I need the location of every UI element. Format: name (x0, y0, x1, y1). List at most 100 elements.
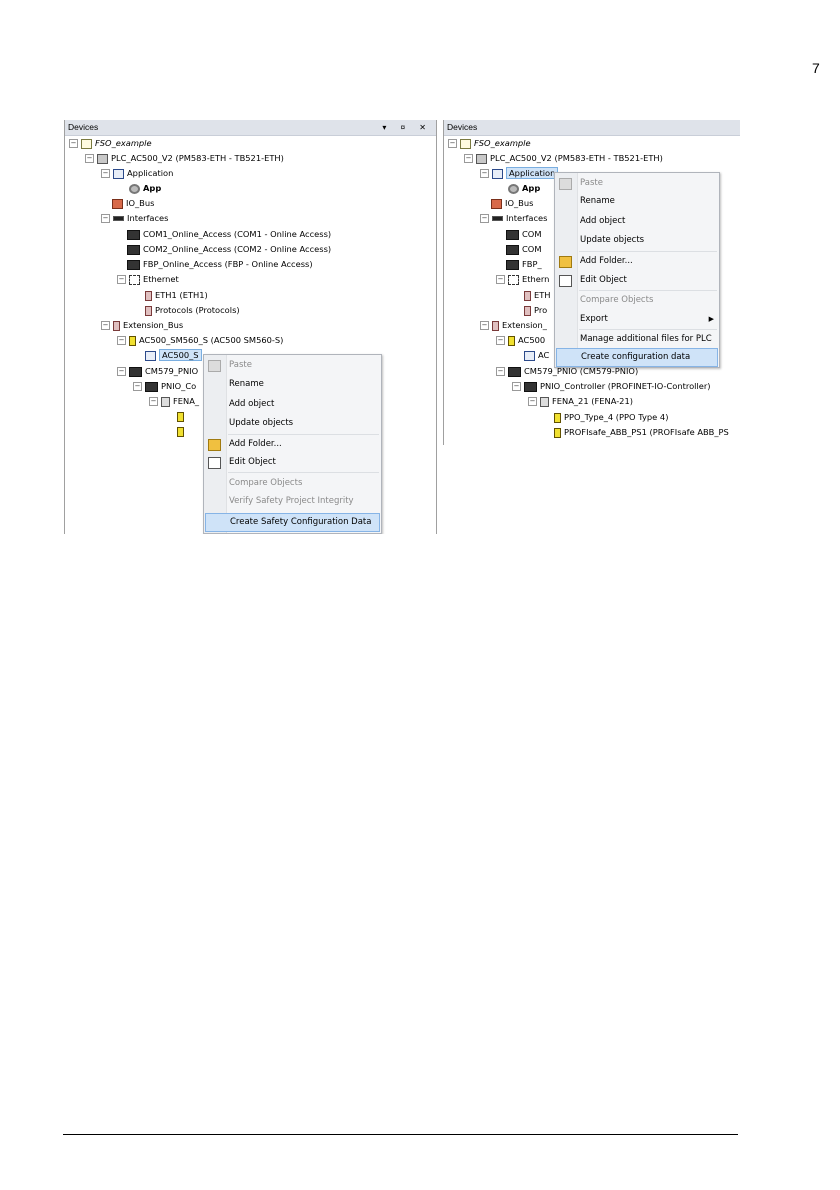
collapse-icon[interactable]: − (85, 154, 94, 163)
tree-node-project[interactable]: − FSO_example (69, 136, 152, 150)
collapse-icon[interactable]: − (149, 397, 158, 406)
collapse-icon[interactable]: − (512, 382, 521, 391)
communication-module-icon (129, 366, 142, 377)
tree-node-interfaces[interactable]: − Interfaces (480, 211, 547, 225)
tree-node-io-bus[interactable]: IO_Bus (491, 196, 533, 210)
ethernet-icon (508, 274, 519, 285)
tree-node-extension-bus[interactable]: − Extension_ (480, 318, 547, 332)
tree-node-ppo[interactable]: PPO_Type_4 (PPO Type 4) (554, 410, 668, 424)
tree-node-com2[interactable]: COM2_Online_Access (COM2 - Online Access… (127, 242, 331, 256)
collapse-icon[interactable]: − (480, 169, 489, 178)
menu-item-edit-object[interactable]: Edit Object (555, 272, 719, 289)
tree-node-ac500-s[interactable]: AC500_S (145, 348, 202, 362)
tree-node-ac[interactable]: AC (524, 348, 549, 362)
menu-item-compare-objects[interactable]: Compare Objects (555, 292, 719, 309)
tree-node-ethernet[interactable]: − Ethernet (117, 272, 179, 286)
tree-node-app[interactable]: App (129, 181, 161, 195)
application-icon (113, 168, 124, 179)
collapse-icon[interactable]: − (117, 367, 126, 376)
menu-item-rename[interactable]: Rename (204, 376, 381, 393)
tree-node-plc[interactable]: − PLC_AC500_V2 (PM583-ETH - TB521-ETH) (85, 151, 284, 165)
safety-module-icon (129, 335, 136, 346)
panel-window-controls-icon[interactable]: ▾ ¤ ✕ (382, 120, 432, 135)
tree-node-ppo-partial[interactable] (177, 409, 187, 423)
collapse-icon[interactable]: − (448, 139, 457, 148)
com-port-icon (506, 229, 519, 240)
communication-module-icon (508, 366, 521, 377)
tree-node-app[interactable]: App (508, 181, 540, 195)
edit-object-icon (208, 457, 221, 469)
collapse-icon[interactable]: − (480, 214, 489, 223)
menu-item-add-object[interactable]: Add object (204, 396, 381, 413)
collapse-icon[interactable]: − (101, 214, 110, 223)
tree-node-com2[interactable]: COM (506, 242, 541, 256)
context-menu-right: Paste Rename Add object Update objects A… (554, 172, 720, 368)
tree-node-ac500[interactable]: − AC500 (496, 333, 545, 347)
tree-node-profisafe[interactable]: PROFIsafe_ABB_PS1 (PROFIsafe ABB_PS (554, 425, 729, 439)
menu-item-verify-safety[interactable]: Verify Safety Project Integrity (204, 493, 381, 510)
menu-item-update-objects[interactable]: Update objects (555, 232, 719, 249)
menu-item-rename[interactable]: Rename (555, 193, 719, 210)
tree-node-application[interactable]: − Application (480, 166, 559, 180)
collapse-icon[interactable]: − (480, 321, 489, 330)
menu-item-add-folder[interactable]: Add Folder... (555, 253, 719, 270)
collapse-icon[interactable]: − (69, 139, 78, 148)
menu-item-paste[interactable]: Paste (555, 175, 719, 192)
menu-item-create-safety-config[interactable]: Create Safety Configuration Data (205, 513, 380, 532)
collapse-icon[interactable]: − (496, 367, 505, 376)
tree-node-interfaces[interactable]: − Interfaces (101, 211, 168, 225)
menu-item-update-objects[interactable]: Update objects (204, 415, 381, 432)
project-icon (81, 138, 92, 149)
module-icon (524, 290, 531, 301)
collapse-icon[interactable]: − (133, 382, 142, 391)
panel-title-bar: Devices (444, 120, 740, 136)
collapse-icon[interactable]: − (496, 336, 505, 345)
collapse-icon[interactable]: − (117, 275, 126, 284)
edit-object-icon (559, 275, 572, 287)
tree-node-fbp[interactable]: FBP_ (506, 257, 542, 271)
tree-node-io-bus[interactable]: IO_Bus (112, 196, 154, 210)
gear-icon (508, 183, 519, 194)
collapse-icon[interactable]: − (496, 275, 505, 284)
menu-item-create-config[interactable]: Create configuration data (556, 348, 718, 367)
tree-node-fena[interactable]: − FENA_ (149, 394, 199, 408)
tree-node-com1[interactable]: COM (506, 227, 541, 241)
tree-node-profisafe-partial[interactable] (177, 424, 187, 438)
folder-icon (559, 256, 572, 268)
tree-node-com1[interactable]: COM1_Online_Access (COM1 - Online Access… (127, 227, 331, 241)
io-module-icon (177, 411, 184, 422)
menu-item-compare-objects[interactable]: Compare Objects (204, 475, 381, 492)
tree-node-fbp[interactable]: FBP_Online_Access (FBP - Online Access) (127, 257, 313, 271)
collapse-icon[interactable]: − (528, 397, 537, 406)
tree-node-cm579[interactable]: − CM579_PNIO (117, 364, 198, 378)
module-icon (145, 290, 152, 301)
menu-item-export[interactable]: Export ▶ (555, 311, 719, 328)
tree-node-extension-bus[interactable]: − Extension_Bus (101, 318, 183, 332)
collapse-icon[interactable]: − (117, 336, 126, 345)
menu-item-paste[interactable]: Paste (204, 357, 381, 374)
menu-item-add-folder[interactable]: Add Folder... (204, 436, 381, 453)
tree-node-application[interactable]: − Application (101, 166, 173, 180)
menu-item-edit-object[interactable]: Edit Object (204, 454, 381, 471)
collapse-icon[interactable]: − (101, 169, 110, 178)
tree-node-fena[interactable]: − FENA_21 (FENA-21) (528, 394, 633, 408)
collapse-icon[interactable]: − (101, 321, 110, 330)
tree-node-eth1[interactable]: ETH (524, 288, 551, 302)
collapse-icon[interactable]: − (464, 154, 473, 163)
devices-panel-left: Devices ▾ ¤ ✕ − FSO_example − PLC_AC500_V2… (64, 120, 437, 534)
tree-node-pnio[interactable]: − PNIO_Co (133, 379, 196, 393)
tree-node-ethernet[interactable]: − Ethern (496, 272, 549, 286)
plc-icon (97, 153, 108, 164)
tree-node-protocols[interactable]: Protocols (Protocols) (145, 303, 240, 317)
menu-item-manage-files[interactable]: Manage additional files for PLC (555, 331, 719, 348)
tree-node-project[interactable]: − FSO_example (448, 136, 531, 150)
com-port-icon (506, 244, 519, 255)
tree-node-plc[interactable]: − PLC_AC500_V2 (PM583-ETH - TB521-ETH) (464, 151, 663, 165)
tree-node-eth1[interactable]: ETH1 (ETH1) (145, 288, 208, 302)
page-number: 7 (812, 60, 820, 76)
tree-node-protocols[interactable]: Pro (524, 303, 547, 317)
panel-title-bar: Devices ▾ ¤ ✕ (65, 120, 436, 136)
menu-item-add-object[interactable]: Add object (555, 213, 719, 230)
tree-node-sm560[interactable]: − AC500_SM560_S (AC500 SM560-S) (117, 333, 283, 347)
tree-node-pnio[interactable]: − PNIO_Controller (PROFINET-IO-Controller… (512, 379, 711, 393)
